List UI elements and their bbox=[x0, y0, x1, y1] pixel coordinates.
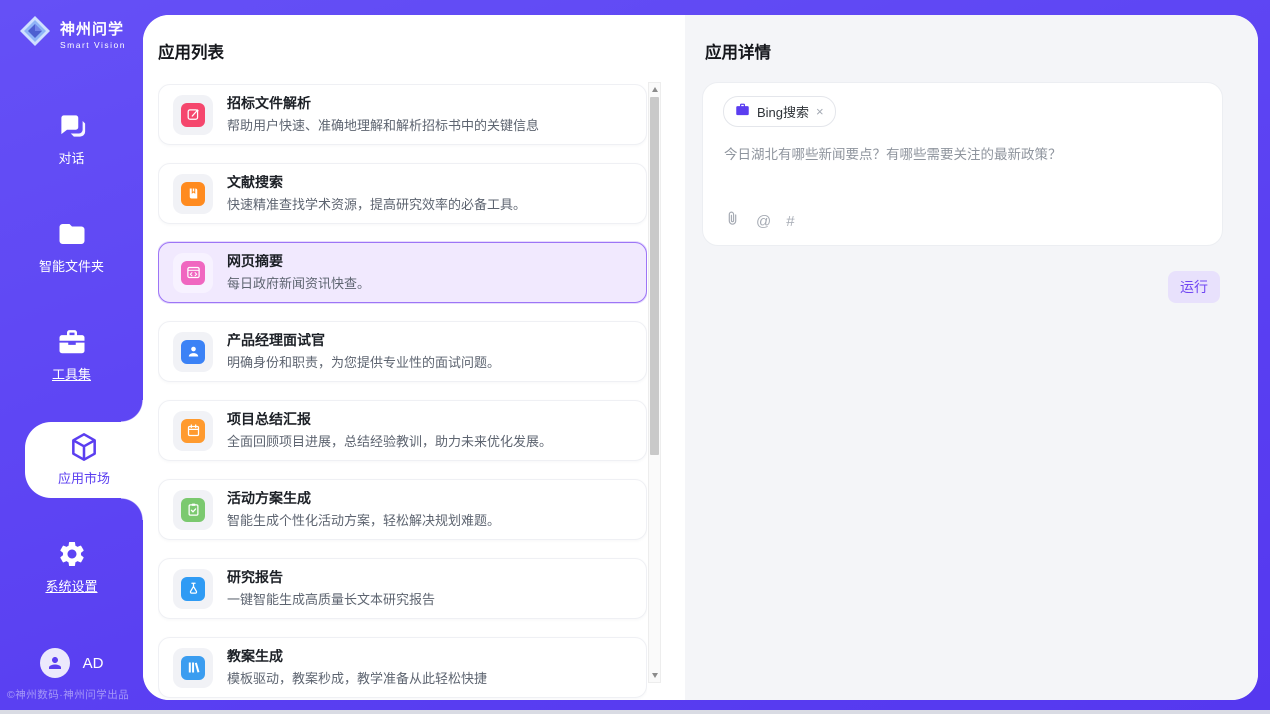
sidebar: 神州问学 Smart Vision 对话 智能文件夹 bbox=[0, 0, 143, 710]
app-card-research-report[interactable]: 研究报告 一键智能生成高质量长文本研究报告 bbox=[158, 558, 647, 619]
app-card-title: 活动方案生成 bbox=[227, 491, 500, 505]
app-card-title: 产品经理面试官 bbox=[227, 333, 500, 347]
clipboard-check-icon bbox=[173, 490, 213, 530]
app-card-pm-interviewer[interactable]: 产品经理面试官 明确身份和职责，为您提供专业性的面试问题。 bbox=[158, 321, 647, 382]
window-bottom-edge bbox=[0, 710, 1270, 714]
close-icon[interactable]: × bbox=[816, 105, 824, 118]
app-card-desc: 每日政府新闻资讯快查。 bbox=[227, 276, 370, 292]
app-card-title: 招标文件解析 bbox=[227, 96, 539, 110]
copyright-footer: ©神州数码·神州问学出品 bbox=[0, 687, 143, 702]
app-card-desc: 模板驱动，教案秒成，教学准备从此轻松快捷 bbox=[227, 671, 487, 687]
user-name: AD bbox=[83, 655, 104, 672]
app-card-title: 教案生成 bbox=[227, 649, 487, 663]
brand-logo: 神州问学 Smart Vision bbox=[0, 13, 143, 54]
app-card-desc: 明确身份和职责，为您提供专业性的面试问题。 bbox=[227, 355, 500, 371]
scroll-up-icon[interactable] bbox=[649, 83, 660, 96]
prompt-input[interactable]: 今日湖北有哪些新闻要点？有哪些需要关注的最新政策？ bbox=[724, 145, 1202, 165]
input-toolbar: @ # bbox=[724, 210, 795, 232]
app-card-project-summary[interactable]: 项目总结汇报 全面回顾项目进展，总结经验教训，助力未来优化发展。 bbox=[158, 400, 647, 461]
paperclip-icon[interactable] bbox=[724, 210, 741, 232]
toolbox-icon bbox=[0, 326, 143, 358]
cube-icon bbox=[25, 422, 143, 463]
scroll-down-icon[interactable] bbox=[649, 669, 660, 682]
app-card-title: 研究报告 bbox=[227, 570, 435, 584]
app-card-bid-document-analysis[interactable]: 招标文件解析 帮助用户快速、准确地理解和解析招标书中的关键信息 bbox=[158, 84, 647, 145]
sidebar-item-label: 智能文件夹 bbox=[0, 256, 143, 275]
scrollbar-thumb[interactable] bbox=[650, 97, 659, 455]
app-list-scrollbar[interactable] bbox=[648, 82, 661, 683]
app-card-event-plan[interactable]: 活动方案生成 智能生成个性化活动方案，轻松解决规划难题。 bbox=[158, 479, 647, 540]
sidebar-item-app-market[interactable]: 应用市场 bbox=[25, 422, 143, 498]
book-icon bbox=[173, 174, 213, 214]
app-card-desc: 智能生成个性化活动方案，轻松解决规划难题。 bbox=[227, 513, 500, 529]
flask-icon bbox=[173, 569, 213, 609]
app-card-desc: 一键智能生成高质量长文本研究报告 bbox=[227, 592, 435, 608]
app-list-title: 应用列表 bbox=[158, 39, 224, 63]
diamond-logo-icon bbox=[17, 13, 53, 54]
tool-tag-label: Bing搜索 bbox=[757, 102, 809, 121]
app-card-desc: 帮助用户快速、准确地理解和解析招标书中的关键信息 bbox=[227, 118, 539, 134]
app-list-panel: 应用列表 招标文件解析 帮助用户快速 bbox=[143, 15, 685, 700]
sidebar-item-label: 工具集 bbox=[0, 364, 143, 383]
brand-subtitle: Smart Vision bbox=[60, 40, 126, 50]
app-window: 神州问学 Smart Vision 对话 智能文件夹 bbox=[0, 0, 1270, 714]
sidebar-item-settings[interactable]: 系统设置 bbox=[0, 538, 143, 595]
app-card-literature-search[interactable]: 文献搜索 快速精准查找学术资源，提高研究效率的必备工具。 bbox=[158, 163, 647, 224]
app-detail-title: 应用详情 bbox=[705, 39, 771, 63]
briefcase-icon bbox=[735, 102, 750, 122]
person-icon bbox=[173, 332, 213, 372]
app-card-title: 文献搜索 bbox=[227, 175, 526, 189]
app-card-title: 项目总结汇报 bbox=[227, 412, 552, 426]
app-card-lesson-plan[interactable]: 教案生成 模板驱动，教案秒成，教学准备从此轻松快捷 bbox=[158, 637, 647, 698]
mention-icon[interactable]: @ bbox=[756, 213, 771, 230]
run-button[interactable]: 运行 bbox=[1168, 271, 1220, 303]
sidebar-item-chat[interactable]: 对话 bbox=[0, 110, 143, 167]
sidebar-item-label: 对话 bbox=[0, 148, 143, 167]
content-panel: 应用列表 招标文件解析 帮助用户快速 bbox=[143, 15, 1258, 700]
books-icon bbox=[173, 648, 213, 688]
sidebar-item-toolset[interactable]: 工具集 bbox=[0, 326, 143, 383]
browser-code-icon bbox=[173, 253, 213, 293]
sidebar-item-label: 应用市场 bbox=[25, 468, 143, 487]
sidebar-item-label: 系统设置 bbox=[0, 576, 143, 595]
avatar bbox=[40, 648, 70, 678]
app-card-desc: 快速精准查找学术资源，提高研究效率的必备工具。 bbox=[227, 197, 526, 213]
tool-tag-bing-search[interactable]: Bing搜索 × bbox=[723, 96, 836, 127]
user-account[interactable]: AD bbox=[0, 648, 143, 678]
app-card-title: 网页摘要 bbox=[227, 254, 370, 268]
brand-name: 神州问学 bbox=[60, 18, 126, 39]
app-list: 招标文件解析 帮助用户快速、准确地理解和解析招标书中的关键信息 bbox=[158, 84, 647, 700]
hash-icon[interactable]: # bbox=[786, 213, 794, 230]
document-edit-icon bbox=[173, 95, 213, 135]
gear-icon bbox=[0, 538, 143, 570]
folder-icon bbox=[0, 218, 143, 250]
sidebar-item-smart-folder[interactable]: 智能文件夹 bbox=[0, 218, 143, 275]
prompt-card: Bing搜索 × 今日湖北有哪些新闻要点？有哪些需要关注的最新政策？ @ # bbox=[702, 82, 1223, 246]
chat-icon bbox=[0, 110, 143, 142]
app-card-web-summary[interactable]: 网页摘要 每日政府新闻资讯快查。 bbox=[158, 242, 647, 303]
app-card-desc: 全面回顾项目进展，总结经验教训，助力未来优化发展。 bbox=[227, 434, 552, 450]
calendar-icon bbox=[173, 411, 213, 451]
app-detail-panel: 应用详情 Bing搜索 × 今日湖北有哪些新闻要点？有哪些需要关注的最新政策？ bbox=[685, 15, 1258, 700]
